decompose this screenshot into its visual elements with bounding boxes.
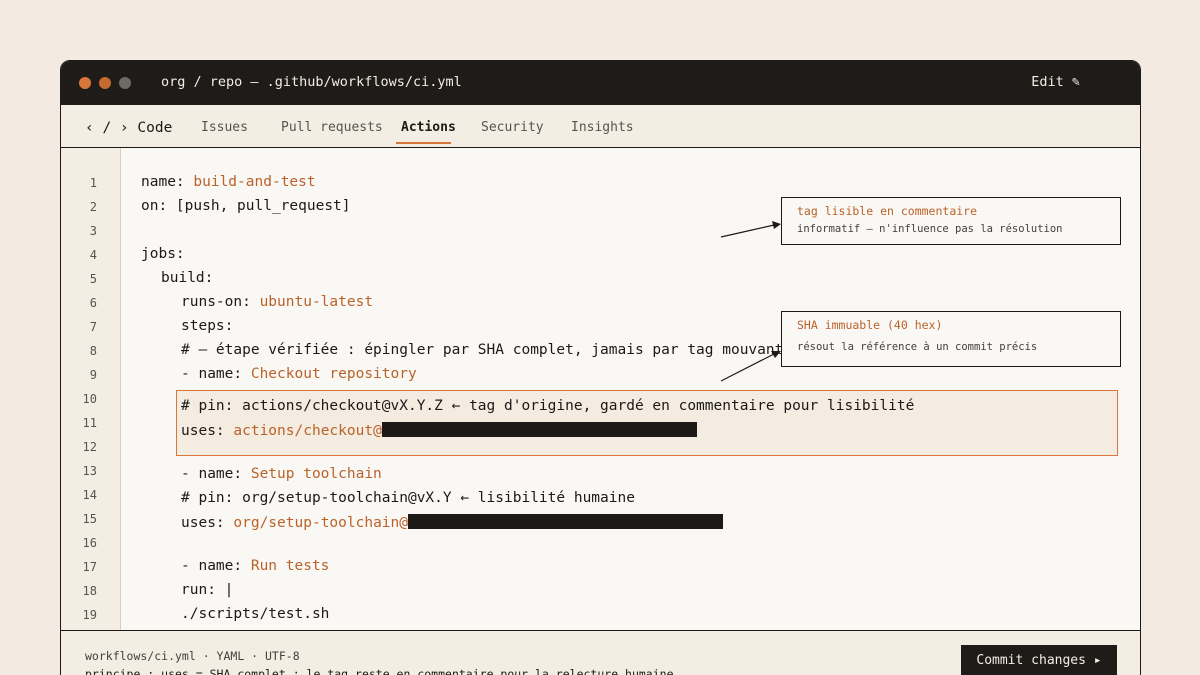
note-text: résout la référence à un commit précis (797, 341, 1038, 353)
repo-tab-bar: ‹ / › Code Issues Pull requests Actions … (61, 105, 1140, 148)
file-path-title: org / repo — .github/workflows/ci.yml (161, 74, 462, 90)
tab-actions[interactable]: Actions (401, 120, 456, 135)
code-line-comment[interactable]: # — étape vérifiée : épingler par SHA co… (181, 342, 783, 358)
line-number: 15 (82, 512, 97, 526)
yaml-key: runs-on: (181, 294, 260, 310)
line-number: 6 (89, 296, 97, 310)
yaml-key: - name: (181, 366, 251, 382)
code-line-uses[interactable]: uses: actions/checkout@ (181, 422, 697, 439)
active-tab-indicator (396, 142, 451, 144)
arrow-to-tag-note (720, 224, 775, 238)
yaml-value: Setup toolchain (250, 466, 382, 482)
code-editor[interactable]: 1 2 3 4 5 6 7 8 9 10 11 12 13 14 15 16 1… (61, 148, 1140, 630)
line-number-gutter: 1 2 3 4 5 6 7 8 9 10 11 12 13 14 15 16 1… (61, 148, 121, 630)
line-number: 12 (82, 440, 97, 454)
line-number: 19 (82, 608, 97, 622)
code-line-step-name[interactable]: - name: Checkout repository (181, 366, 417, 382)
tab-pull-requests[interactable]: Pull requests (281, 120, 383, 135)
yaml-value: Checkout repository (250, 366, 417, 382)
yaml-key: - name: (181, 466, 251, 482)
code-line-jobs[interactable]: jobs: (141, 246, 185, 262)
editor-window: org / repo — .github/workflows/ci.yml Ed… (60, 60, 1141, 675)
yaml-key: name: (141, 174, 194, 190)
code-line-uses[interactable]: uses: org/setup-toolchain@ (181, 514, 723, 531)
line-number: 10 (82, 392, 97, 406)
principle-note: principe : uses = SHA complet ; le tag r… (85, 667, 674, 675)
status-bar: workflows/ci.yml · YAML · UTF-8 principe… (61, 630, 1140, 675)
file-meta: workflows/ci.yml · YAML · UTF-8 (85, 649, 300, 663)
line-number: 4 (89, 248, 97, 262)
code-line-build[interactable]: build: (161, 270, 213, 286)
line-number: 5 (89, 272, 97, 286)
title-bar: org / repo — .github/workflows/ci.yml Ed… (61, 61, 1140, 105)
code-line-pin-comment[interactable]: # pin: actions/checkout@vX.Y.Z ← tag d'o… (181, 398, 914, 414)
maximize-window-dot[interactable] (119, 77, 131, 89)
line-number: 2 (89, 200, 97, 214)
note-title: tag lisible en commentaire (797, 204, 978, 218)
line-number: 7 (89, 320, 97, 334)
minimize-window-dot[interactable] (99, 77, 111, 89)
line-number: 17 (82, 560, 97, 574)
line-number: 9 (89, 368, 97, 382)
tab-insights[interactable]: Insights (571, 120, 634, 135)
sha-annotation-note: SHA immuable (40 hex) résout la référenc… (781, 311, 1121, 367)
code-line-on[interactable]: on: [push, pull_request] (141, 198, 351, 214)
arrow-head-icon (772, 221, 781, 229)
tab-security[interactable]: Security (481, 120, 544, 135)
line-number: 14 (82, 488, 97, 502)
edit-button[interactable]: Edit ✎ (1031, 74, 1080, 90)
commit-changes-button[interactable]: Commit changes ▸ (961, 645, 1117, 675)
code-line-pin-comment[interactable]: # pin: org/setup-toolchain@vX.Y ← lisibi… (181, 490, 635, 506)
tab-issues[interactable]: Issues (201, 120, 248, 135)
close-window-dot[interactable] (79, 77, 91, 89)
yaml-value: ubuntu-latest (259, 294, 374, 310)
code-line-script[interactable]: ./scripts/test.sh (181, 606, 329, 622)
redacted-sha (381, 422, 697, 437)
yaml-key: - name: (181, 558, 251, 574)
code-line-name[interactable]: name: build-and-test (141, 174, 316, 190)
tab-code[interactable]: ‹ / › Code (85, 120, 172, 136)
note-title: SHA immuable (40 hex) (797, 318, 943, 332)
tag-annotation-note: tag lisible en commentaire informatif — … (781, 197, 1121, 245)
arrow-to-sha-note (720, 353, 775, 382)
yaml-key: uses: (181, 515, 234, 531)
line-number: 11 (82, 416, 97, 430)
code-line-steps[interactable]: steps: (181, 318, 233, 334)
yaml-value: build-and-test (193, 174, 316, 190)
redacted-sha (408, 514, 723, 529)
line-number: 18 (82, 584, 97, 598)
code-line-step-name[interactable]: - name: Setup toolchain (181, 466, 382, 482)
code-line-runs-on[interactable]: runs-on: ubuntu-latest (181, 294, 373, 310)
note-text: informatif — n'influence pas la résoluti… (797, 223, 1063, 235)
line-number: 3 (89, 224, 97, 238)
yaml-value: org/setup-toolchain@ (233, 515, 408, 531)
line-number: 13 (82, 464, 97, 478)
code-line-step-name[interactable]: - name: Run tests (181, 558, 329, 574)
line-number: 1 (89, 176, 97, 190)
yaml-value: Run tests (250, 558, 330, 574)
yaml-key: uses: (181, 423, 234, 439)
line-number: 16 (82, 536, 97, 550)
code-line-run[interactable]: run: | (181, 582, 233, 598)
yaml-value: actions/checkout@ (233, 423, 382, 439)
line-number: 8 (89, 344, 97, 358)
